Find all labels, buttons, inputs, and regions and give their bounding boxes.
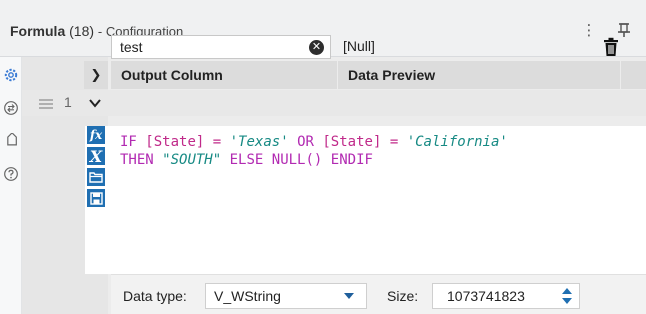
chevron-down-icon[interactable] — [88, 96, 102, 114]
field-state-1: [State] — [145, 134, 205, 150]
size-label: Size: — [387, 288, 419, 304]
formula-toolbar: fx X — [85, 126, 111, 274]
size-value: 1073741823 — [447, 288, 525, 304]
formula-code: IF [State] = 'Texas' OR [State] = 'Calif… — [120, 133, 508, 169]
clear-icon[interactable]: ✕ — [309, 40, 324, 55]
actions-header — [621, 61, 646, 89]
formula-footer: Data type: V_WString Size: 1073741823 — [111, 274, 646, 314]
data-preview-header[interactable]: Data Preview — [338, 61, 620, 89]
open-icon[interactable] — [87, 168, 105, 186]
data-preview-value: [Null] — [343, 38, 375, 54]
row-index: 1 — [64, 94, 72, 110]
variable-icon[interactable]: X — [87, 147, 105, 166]
table-row — [22, 90, 646, 116]
size-input[interactable]: 1073741823 — [432, 283, 580, 309]
delete-row-icon[interactable] — [603, 37, 619, 62]
operator-eq-2: = — [389, 134, 399, 150]
keyword-endif: ENDIF — [330, 152, 373, 168]
size-spinner-icon[interactable] — [561, 286, 573, 306]
pin-svg — [618, 23, 630, 37]
data-preview-header-label: Data Preview — [348, 67, 436, 83]
keyword-if: IF — [120, 134, 137, 150]
dropdown-caret-icon — [344, 293, 354, 299]
data-type-select[interactable]: V_WString — [205, 283, 367, 309]
save-icon[interactable] — [87, 189, 105, 207]
keyword-else: ELSE — [229, 152, 264, 168]
string-california: 'California' — [406, 134, 508, 150]
expand-all-button[interactable]: ❯ — [84, 61, 108, 89]
help-icon[interactable] — [3, 166, 19, 182]
output-column-input[interactable]: test — [111, 35, 331, 59]
operator-eq-1: = — [212, 134, 222, 150]
more-options-icon[interactable]: ⋮ — [580, 20, 598, 40]
function-null: NULL() — [271, 152, 323, 168]
tag-icon[interactable] — [3, 132, 19, 149]
data-type-value: V_WString — [214, 288, 281, 304]
row-expanded-gutter — [22, 117, 85, 314]
side-rail — [0, 57, 22, 314]
output-column-header-label: Output Column — [121, 67, 223, 83]
drag-handle-icon[interactable] — [39, 97, 53, 115]
tool-name: Formula — [10, 23, 66, 39]
output-column-header[interactable]: Output Column — [111, 61, 337, 89]
keyword-or: OR — [297, 134, 314, 150]
fx-icon[interactable]: fx — [87, 126, 105, 144]
output-column-value: test — [120, 39, 143, 55]
transfer-icon[interactable] — [3, 100, 19, 116]
settings-icon[interactable] — [3, 67, 19, 83]
tool-count: (18) — [69, 23, 95, 39]
field-state-2: [State] — [322, 134, 382, 150]
more-options-glyph: ⋮ — [581, 22, 597, 39]
string-south: "SOUTH" — [162, 152, 222, 168]
expand-all-glyph: ❯ — [90, 67, 102, 82]
string-texas: 'Texas' — [229, 134, 289, 150]
keyword-then: THEN — [120, 152, 154, 168]
data-type-label: Data type: — [123, 288, 187, 304]
